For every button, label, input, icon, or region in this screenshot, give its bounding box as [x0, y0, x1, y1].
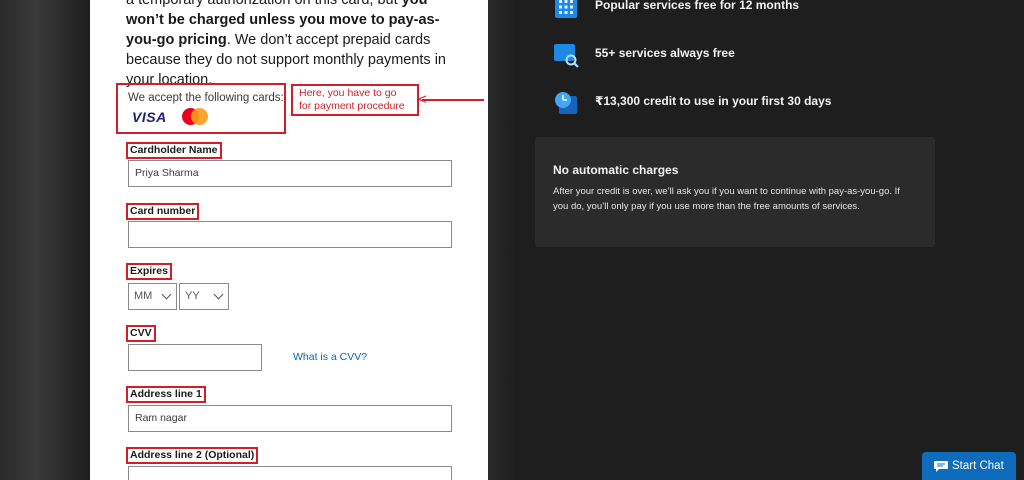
what-is-cvv-link[interactable]: What is a CVV?	[293, 351, 367, 363]
start-chat-label: Start Chat	[952, 460, 1004, 472]
expiry-month-value: MM	[134, 290, 153, 302]
left-backdrop	[0, 0, 90, 480]
card-number-input[interactable]	[128, 221, 452, 248]
annotation-arrow-line	[422, 99, 484, 101]
payment-form-panel: a temporary authorization on this card, …	[90, 0, 488, 480]
mastercard-orange-circle	[191, 108, 208, 125]
cardholder-name-label: Cardholder Name	[126, 142, 222, 159]
calendar-grid-icon	[555, 0, 577, 18]
expiry-year-value: YY	[185, 290, 200, 302]
card-number-label: Card number	[126, 203, 200, 220]
start-chat-button[interactable]: Start Chat	[922, 452, 1016, 480]
address-line1-input[interactable]: Ram nagar	[128, 405, 452, 432]
cvv-label: CVV	[126, 325, 156, 342]
benefit-text: ₹13,300 credit to use in your first 30 d…	[595, 94, 832, 108]
benefit-text: 55+ services always free	[595, 46, 735, 60]
chevron-down-icon	[161, 289, 172, 300]
address-line2-input[interactable]	[128, 466, 452, 480]
address-line2-label: Address line 2 (Optional)	[126, 447, 259, 464]
cvv-input[interactable]	[128, 344, 262, 371]
annotation-arrow-head-icon: <	[418, 91, 427, 108]
benefit-text: Popular services free for 12 months	[595, 0, 800, 12]
no-automatic-charges-card: No automatic charges After your credit i…	[535, 137, 935, 247]
clock-credit-icon	[555, 92, 577, 114]
mastercard-icon	[180, 107, 210, 127]
address-line1-label: Address line 1	[126, 386, 206, 403]
expires-label: Expires	[126, 263, 172, 280]
visa-logo: VISA	[132, 109, 167, 125]
intro-text-part1: a temporary authorization on this card, …	[126, 0, 402, 8]
chat-bubble-icon	[934, 461, 948, 472]
chevron-down-icon	[213, 289, 224, 300]
expiry-month-select[interactable]: MM	[128, 283, 177, 310]
monitor-search-icon	[554, 44, 579, 68]
annotation-callout: Here, you have to go for payment procedu…	[291, 84, 419, 116]
expiry-year-select[interactable]: YY	[179, 283, 229, 310]
cardholder-name-input[interactable]: Priya Sharma	[128, 160, 452, 187]
card-body-text: After your credit is over, we’ll ask you…	[553, 186, 900, 212]
middle-backdrop	[488, 0, 518, 480]
accepted-cards-label: We accept the following cards:	[128, 92, 284, 104]
accepted-cards-box: We accept the following cards: VISA	[116, 83, 286, 134]
payment-intro-text: a temporary authorization on this card, …	[126, 0, 456, 90]
card-title: No automatic charges	[553, 163, 679, 177]
